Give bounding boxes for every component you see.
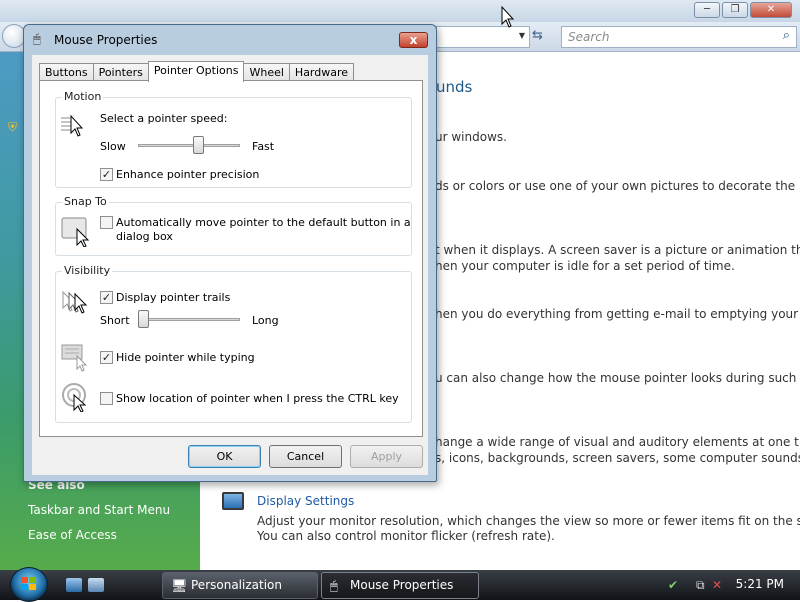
pointer-options-panel: Motion Select a pointer speed: Slow Fast… — [39, 80, 423, 437]
mouse-cursor-icon — [501, 6, 515, 28]
display-settings-icon — [222, 492, 244, 510]
trail-slider-thumb[interactable] — [138, 310, 149, 328]
desc-line: ds or colors or use one of your own pict… — [435, 179, 796, 193]
visibility-group: Visibility ✓ Display pointer trails Shor… — [55, 264, 412, 423]
precision-label: Enhance pointer precision — [116, 168, 260, 181]
cancel-button[interactable]: Cancel — [269, 445, 342, 468]
dialog-title: Mouse Properties — [54, 33, 158, 47]
desc-line: s, icons, backgrounds, screen savers, so… — [435, 451, 800, 465]
fast-label: Fast — [252, 140, 275, 153]
refresh-icon[interactable]: ⇆ — [532, 28, 543, 43]
short-label: Short — [100, 314, 130, 327]
taskbar-item-label: Personalization — [191, 578, 282, 592]
search-placeholder: Search — [568, 30, 610, 44]
dialog-close-button[interactable]: x — [399, 32, 428, 48]
snap-to-line1: Automatically move pointer to the defaul… — [116, 216, 411, 229]
desc-line: hange a wide range of visual and auditor… — [435, 435, 800, 449]
trail-slider-track[interactable] — [138, 318, 240, 321]
long-label: Long — [252, 314, 279, 327]
window-titlebar: ─ ❐ ✕ — [0, 0, 800, 22]
motion-group: Motion Select a pointer speed: Slow Fast… — [55, 90, 412, 188]
tab-pointers[interactable]: Pointers — [92, 63, 149, 81]
mouse-properties-dialog: 🖱 Mouse Properties x Buttons Pointers Po… — [23, 24, 437, 482]
speed-label: Select a pointer speed: — [100, 112, 228, 125]
taskbar-item-mouse-properties[interactable]: 🖱 Mouse Properties — [321, 572, 479, 599]
start-button[interactable] — [10, 567, 48, 602]
system-tray: ✔ ⧉ ✕ 5:21 PM — [668, 570, 800, 600]
close-button[interactable]: ✕ — [750, 2, 792, 18]
maximize-button[interactable]: ❐ — [722, 2, 748, 18]
taskbar: 🖥 Personalization 🖱 Mouse Properties ✔ ⧉… — [0, 567, 800, 602]
desc-line: u can also change how the mouse pointer … — [435, 371, 797, 385]
snap-to-group: Snap To Automatically move pointer to th… — [55, 195, 412, 256]
display-settings-desc: Adjust your monitor resolution, which ch… — [257, 514, 800, 528]
mouse-icon: 🖱 — [330, 579, 338, 594]
precision-checkbox[interactable]: ✓ — [100, 168, 113, 181]
desc-line: t when it displays. A screen saver is a … — [435, 243, 800, 257]
shield-icon: ⛨ — [8, 120, 18, 134]
clock[interactable]: 5:21 PM — [736, 577, 784, 591]
snap-to-checkbox[interactable] — [100, 216, 113, 229]
speed-slider-track[interactable] — [138, 144, 240, 147]
hide-pointer-label: Hide pointer while typing — [116, 351, 255, 364]
desc-line: ur windows. — [435, 130, 507, 144]
windows-logo-icon — [21, 577, 36, 590]
hide-pointer-checkbox[interactable]: ✓ — [100, 351, 113, 364]
desc-line: hen you do everything from getting e-mai… — [435, 307, 799, 321]
ok-button[interactable]: OK — [188, 445, 261, 468]
minimize-button[interactable]: ─ — [694, 2, 720, 18]
slow-label: Slow — [100, 140, 126, 153]
security-icon[interactable]: ✔ — [668, 578, 678, 592]
taskbar-item-label: Mouse Properties — [350, 578, 454, 592]
ctrl-locate-label: Show location of pointer when I press th… — [116, 392, 399, 405]
visibility-label: Visibility — [62, 264, 113, 277]
pointer-speed-icon — [61, 114, 84, 137]
trails-label: Display pointer trails — [116, 291, 231, 304]
display-settings-desc: You can also control monitor flicker (re… — [257, 529, 555, 543]
show-desktop-icon[interactable] — [66, 578, 82, 592]
dialog-titlebar[interactable]: 🖱 Mouse Properties x — [24, 25, 436, 55]
personalization-icon: 🖥 — [171, 579, 188, 594]
switch-windows-icon[interactable] — [88, 578, 104, 592]
dialog-body: Buttons Pointers Pointer Options Wheel H… — [32, 55, 428, 475]
apply-button[interactable]: Apply — [350, 445, 423, 468]
tab-pointer-options[interactable]: Pointer Options — [147, 61, 245, 82]
hide-pointer-icon — [61, 344, 88, 372]
snap-to-label: Snap To — [62, 195, 109, 208]
trails-checkbox[interactable]: ✓ — [100, 291, 113, 304]
mouse-icon: 🖱 — [33, 32, 41, 47]
tab-buttons[interactable]: Buttons — [39, 63, 94, 81]
chevron-down-icon[interactable]: ▼ — [519, 31, 525, 40]
network-icon[interactable]: ⧉ — [696, 578, 705, 593]
motion-label: Motion — [62, 90, 104, 103]
taskbar-item-personalization[interactable]: 🖥 Personalization — [162, 572, 318, 599]
page-heading: unds — [436, 78, 473, 96]
search-icon[interactable]: ⌕ — [783, 28, 790, 43]
speed-slider-thumb[interactable] — [192, 136, 204, 154]
search-input[interactable]: Search ⌕ — [561, 26, 797, 48]
snap-to-line2: dialog box — [116, 230, 173, 243]
volume-muted-icon[interactable]: ✕ — [712, 578, 722, 592]
ctrl-locate-icon — [62, 383, 87, 412]
tab-hardware[interactable]: Hardware — [288, 63, 355, 81]
tab-strip: Buttons Pointers Pointer Options Wheel H… — [39, 61, 355, 82]
ease-of-access-link[interactable]: Ease of Access — [28, 528, 117, 542]
snap-to-icon — [61, 217, 90, 247]
display-settings-link[interactable]: Display Settings — [257, 494, 354, 508]
tab-wheel[interactable]: Wheel — [243, 63, 290, 81]
ctrl-locate-checkbox[interactable] — [100, 392, 113, 405]
taskbar-start-menu-link[interactable]: Taskbar and Start Menu — [28, 503, 170, 517]
desc-line: hen your computer is idle for a set peri… — [435, 259, 735, 273]
pointer-trails-icon — [62, 290, 88, 314]
